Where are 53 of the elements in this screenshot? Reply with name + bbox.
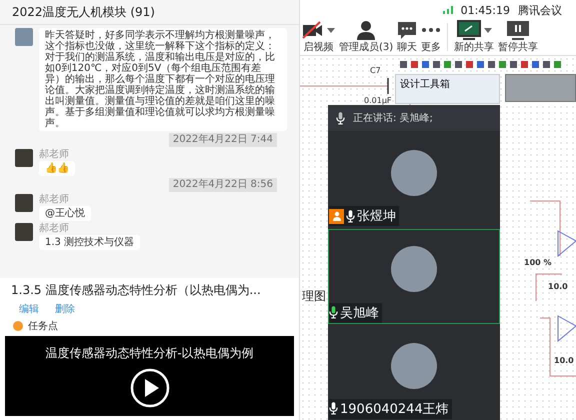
- avatar-placeholder: [15, 28, 33, 46]
- person-icon: [356, 20, 376, 40]
- meeting-timer: 01:45:19: [460, 4, 510, 16]
- app-name: 腾讯会议: [518, 2, 562, 18]
- task-dot-icon: [13, 321, 23, 331]
- camera-off-icon: [302, 21, 324, 39]
- toolbar-button[interactable]: 启视频: [300, 20, 337, 53]
- speaking-indicator: 正在讲话: 吴旭峰;: [353, 112, 433, 125]
- play-icon[interactable]: [130, 368, 170, 408]
- task-label: 任务点: [28, 320, 58, 333]
- avatar-placeholder: [391, 150, 437, 196]
- message-bubble: 昨天答疑时，好多同学表示不理解均方根测量噪声，这个指标也没做，这里统一解释下这个指标的定义：对于我们的测温系统，温度和输出电压是对应的，比如0到120℃，对应0到5V（每个组电压范围有差异）的输出，那么每个温度下都有一个对应的电压理论值。大家把温度调到特定温度，这时测温系统的输出叫测量值。测量值与理论值的差就是咱们这里的噪声。基于多组测量值和理论值就可以求均方根测量噪声。: [39, 28, 287, 131]
- voltage-reading: 10.0: [548, 282, 568, 291]
- diagram-label: 理图: [302, 288, 326, 305]
- video-player[interactable]: 温度传感器动态特性分析-以热电偶为例: [5, 336, 294, 416]
- capacitor-value: 0.01μF: [364, 96, 392, 105]
- participant-name: 张煜坤: [357, 208, 396, 226]
- avatar-placeholder: [391, 342, 437, 389]
- zoom-level: 100 %: [524, 258, 552, 267]
- more-icon: [421, 27, 442, 33]
- avatar-placeholder: [15, 223, 33, 241]
- participant-name: 吴旭峰: [340, 304, 379, 322]
- pause-icon: [506, 20, 530, 40]
- action-link[interactable]: 编辑: [19, 302, 39, 316]
- avatar-placeholder: [15, 149, 33, 167]
- action-link[interactable]: 删除: [55, 302, 75, 316]
- message-bubble: @王心悦: [39, 206, 91, 221]
- video-title: 温度传感器动态特性分析-以热电偶为例: [45, 344, 254, 362]
- signal-icon: [442, 6, 453, 14]
- voltage-reading: 10.0: [554, 356, 574, 365]
- chat-icon: [397, 20, 418, 40]
- toolbar-button[interactable]: 管理成员(3): [337, 20, 396, 53]
- window-header: [505, 74, 576, 102]
- screen-share-icon: [456, 20, 481, 40]
- toolbar-button[interactable]: 更多: [419, 20, 444, 53]
- capacitor-label: C7: [370, 66, 381, 75]
- sender-name: 郝老师: [39, 194, 70, 205]
- message-bubble: 👍👍: [39, 161, 75, 176]
- microphone-icon: [336, 112, 345, 124]
- toolbar-button[interactable]: 新的共享: [452, 20, 496, 53]
- toolbar-button[interactable]: 聊天: [395, 20, 420, 53]
- avatar-placeholder: [391, 246, 437, 292]
- avatar-placeholder: [15, 194, 33, 212]
- message-bubble: 1.3 测控技术与仪器: [39, 235, 140, 250]
- toolbar-button[interactable]: 暂停共享: [496, 20, 540, 53]
- toolbox-title: 设计工具箱: [400, 78, 450, 92]
- lesson-title: 1.3.5 温度传感器动态特性分析（以热电偶为...: [10, 282, 262, 299]
- message-timestamp: 2022年4月22日 7:44: [168, 133, 277, 147]
- message-timestamp: 2022年4月22日 8:56: [168, 178, 277, 192]
- participant-name: 1906040244王炜: [340, 400, 449, 418]
- participant-tile[interactable]: 吴旭峰: [328, 229, 500, 324]
- sender-name: 郝老师: [39, 223, 70, 234]
- sender-name: 郝老师: [39, 149, 70, 160]
